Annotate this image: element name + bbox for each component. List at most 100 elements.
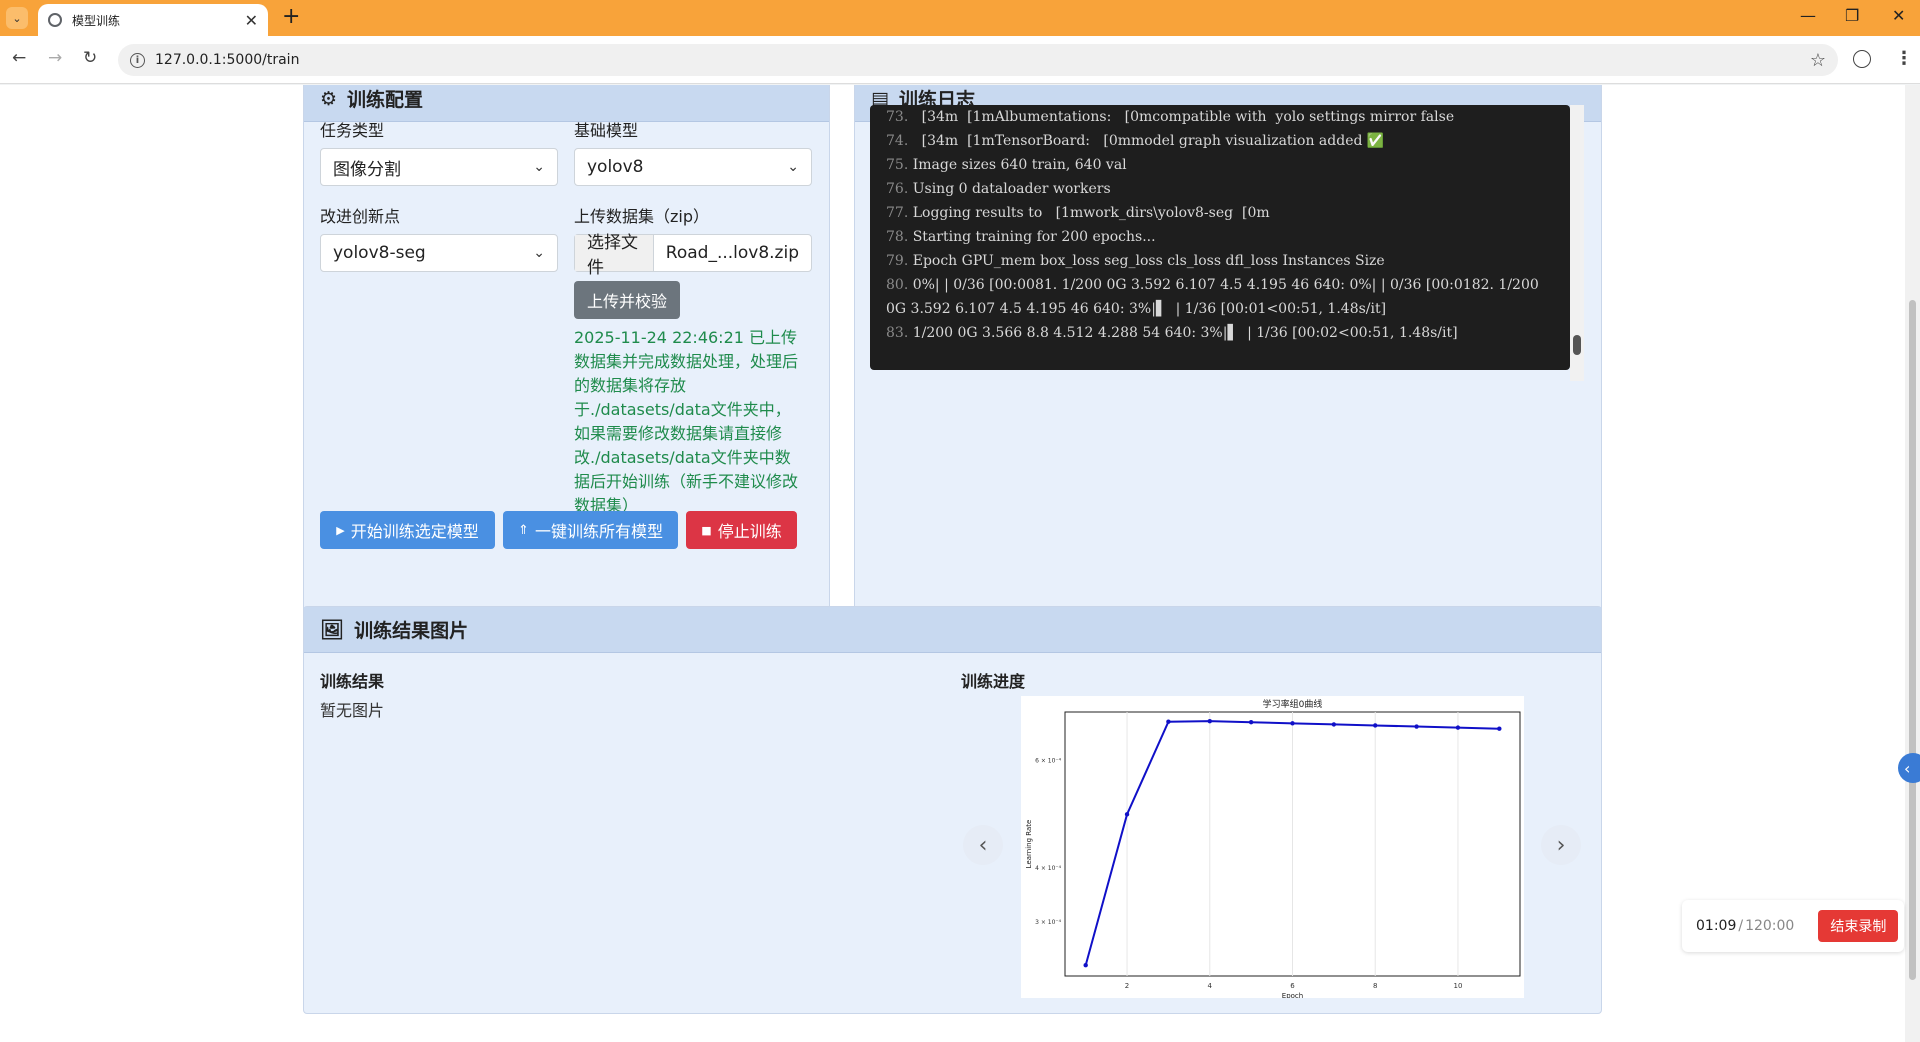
tab-search-chevron-icon[interactable]: ⌄ (6, 7, 28, 29)
sliders-icon: ⚙ (320, 87, 338, 110)
log-line-number: 77. (886, 205, 913, 221)
base-model-label: 基础模型 (574, 121, 639, 140)
learning-rate-chart-svg: 2 4 6 8 10 3 × 10⁻⁴ 4 × 10⁻⁴ 6 × 10⁻⁴ 学习率组0曲线 Epo… (1025, 698, 1521, 1000)
browser-tab-bar: ⌄ 模型训练 ✕ + — ❐ ✕ (0, 0, 1920, 36)
log-line: 73. [34m [1mAlbumentations: [0mcompatibl… (886, 105, 1554, 129)
task-type-label: 任务类型 (320, 121, 385, 140)
upload-status-message: 2025-11-24 22:46:21 已上传数据集并完成数据处理，处理后的数据… (574, 328, 799, 515)
url-field[interactable]: i 127.0.0.1:5000/train ☆ (118, 44, 1838, 76)
recording-separator: / (1738, 918, 1744, 934)
log-lines: 73. [34m [1mAlbumentations: [0mcompatibl… (886, 105, 1554, 345)
log-line-text: Starting training for 200 epochs... (912, 229, 1156, 245)
back-arrow-icon[interactable]: ← (12, 48, 26, 68)
y-axis-label: Learning Rate (1025, 820, 1033, 869)
forward-arrow-icon[interactable]: → (48, 48, 62, 68)
image-icon: 🖼 (320, 619, 345, 641)
learning-rate-point (1124, 812, 1130, 817)
recording-total: 120:00 (1745, 918, 1795, 934)
dataset-file-input[interactable]: 选择文件 Road_...lov8.zip (574, 233, 812, 278)
site-info-icon[interactable]: i (130, 52, 145, 68)
window-close-icon[interactable]: ✕ (1892, 6, 1905, 25)
rocket-icon: ⇑ (518, 522, 529, 538)
learning-rate-chart: 2 4 6 8 10 3 × 10⁻⁴ 4 × 10⁻⁴ 6 × 10⁻⁴ 学习率组0曲线 Epo… (1021, 696, 1524, 1000)
learning-rate-point (1455, 725, 1461, 730)
y-tick-label: 4 × 10⁻⁴ (1035, 865, 1061, 872)
side-panel-toggle[interactable]: ‹ (1898, 753, 1920, 783)
chart-title: 学习率组0曲线 (1263, 698, 1323, 710)
carousel-next-button[interactable]: › (1541, 825, 1581, 865)
improvement-label: 改进创新点 (320, 207, 401, 226)
log-line-text: Image sizes 640 train, 640 val (912, 157, 1127, 173)
learning-rate-point (1497, 726, 1502, 731)
log-line-text: Using 0 dataloader workers (912, 181, 1111, 197)
end-recording-button[interactable]: 结束录制 (1818, 910, 1899, 942)
play-icon: ▶ (336, 523, 345, 537)
reload-icon[interactable]: ↻ (83, 48, 97, 68)
recording-widget: 01:09 / 120:00 结束录制 (1682, 900, 1904, 952)
close-icon[interactable]: ✕ (245, 11, 258, 30)
profile-icon[interactable] (1853, 50, 1871, 68)
log-line-text: 1/200 0G 3.566 8.8 4.512 4.288 54 640: 3… (912, 325, 1458, 341)
y-tick-label: 6 × 10⁻⁴ (1035, 757, 1061, 764)
new-tab-plus-icon[interactable]: + (282, 4, 300, 29)
results-card-title: 训练结果图片 (354, 620, 469, 642)
no-image-text: 暂无图片 (320, 701, 385, 720)
log-line-number: 75. (886, 157, 913, 173)
browser-tab[interactable]: 模型训练 ✕ (38, 4, 268, 36)
dataset-upload-label: 上传数据集（zip） (574, 207, 710, 226)
restore-icon[interactable]: ❐ (1845, 6, 1859, 25)
log-line-text: [34m [1mTensorBoard: [0mmodel graph visu… (912, 133, 1385, 149)
log-line-number: 80. (886, 277, 913, 293)
upload-validate-button[interactable]: 上传并校验 (574, 281, 680, 319)
stop-training-button[interactable]: ■ 停止训练 (686, 511, 797, 549)
x-tick-label: 10 (1453, 982, 1462, 990)
tab-title: 模型训练 (72, 13, 121, 28)
x-tick-label: 4 (1208, 982, 1213, 990)
chevron-down-icon: ⌄ (787, 159, 799, 175)
chevron-down-icon: ⌄ (533, 245, 545, 261)
log-line-number: 76. (886, 181, 913, 197)
choose-file-button[interactable]: 选择文件 (575, 233, 654, 278)
minimize-icon[interactable]: — (1800, 6, 1816, 25)
log-line-text: Epoch GPU_mem box_loss seg_loss cls_loss… (912, 253, 1385, 269)
log-line-text: Logging results to [1mwork_dirs\yolov8-s… (912, 205, 1270, 221)
task-type-select[interactable]: 图像分割 ⌄ (320, 148, 558, 186)
x-axis-label: Epoch (1282, 992, 1303, 998)
log-line-number: 73. (886, 109, 913, 125)
base-model-value: yolov8 (587, 157, 644, 177)
log-scrollbar-thumb[interactable] (1573, 335, 1581, 355)
log-line-text: [34m [1mAlbumentations: [0mcompatible wi… (912, 109, 1455, 125)
chevron-down-icon: ⌄ (533, 159, 545, 175)
carousel-prev-button[interactable]: ‹ (963, 825, 1003, 865)
train-all-button[interactable]: ⇑ 一键训练所有模型 (503, 511, 678, 549)
train-all-label: 一键训练所有模型 (534, 522, 663, 541)
log-line: 78. Starting training for 200 epochs... (886, 225, 1554, 249)
log-line: 74. [34m [1mTensorBoard: [0mmodel graph … (886, 129, 1554, 153)
kebab-menu-icon[interactable]: ⋮ (1895, 48, 1913, 69)
learning-rate-point (1414, 724, 1419, 729)
url-text: 127.0.0.1:5000/train (155, 52, 300, 68)
training-log-console[interactable]: 73. [34m [1mAlbumentations: [0mcompatibl… (870, 105, 1570, 370)
page-scrollbar-thumb[interactable] (1909, 300, 1916, 980)
start-training-button[interactable]: ▶ 开始训练选定模型 (320, 511, 495, 549)
learning-rate-point (1331, 722, 1337, 727)
page-scrollbar[interactable] (1905, 85, 1920, 1042)
log-scrollbar[interactable] (1570, 105, 1584, 381)
task-type-value: 图像分割 (333, 159, 401, 180)
base-model-select[interactable]: yolov8 ⌄ (574, 148, 812, 186)
chevron-right-icon: › (1556, 832, 1566, 858)
learning-rate-point (1290, 721, 1295, 726)
improvement-select[interactable]: yolov8-seg ⌄ (320, 234, 558, 272)
bookmark-star-icon[interactable]: ☆ (1810, 50, 1826, 71)
log-line: 75. Image sizes 640 train, 640 val (886, 153, 1554, 177)
log-line-text: 0%| | 0/36 [00:0081. 1/200 0G 3.592 6.10… (886, 277, 1544, 317)
log-line: 80. 0%| | 0/36 [00:0081. 1/200 0G 3.592 … (886, 273, 1554, 321)
learning-rate-point (1248, 720, 1254, 725)
x-tick-label: 6 (1290, 982, 1295, 990)
chevron-left-icon: ‹ (1904, 758, 1911, 778)
learning-rate-point (1373, 723, 1378, 728)
stop-icon: ■ (701, 523, 712, 537)
log-line: 79. Epoch GPU_mem box_loss seg_loss cls_… (886, 249, 1554, 273)
selected-file-name: Road_...lov8.zip (665, 243, 799, 263)
log-line: 77. Logging results to [1mwork_dirs\yolo… (886, 201, 1554, 225)
